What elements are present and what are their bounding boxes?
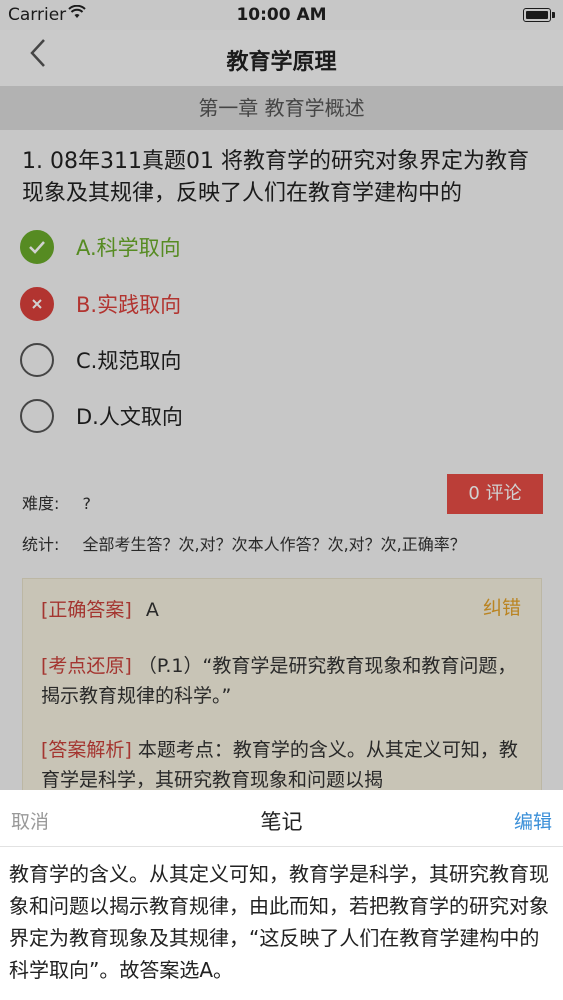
- note-sheet: 取消 笔记 编辑 教育学的含义。从其定义可知，教育学是科学，其研究教育现象和问题…: [0, 790, 563, 1000]
- dim-overlay[interactable]: [0, 0, 563, 790]
- edit-button[interactable]: 编辑: [514, 807, 552, 834]
- note-sheet-title: 笔记: [260, 810, 303, 834]
- note-sheet-header: 取消 笔记 编辑: [0, 790, 563, 847]
- note-body: 教育学的含义。从其定义可知，教育学是科学，其研究教育现象和问题以揭示教育规律，由…: [9, 862, 549, 982]
